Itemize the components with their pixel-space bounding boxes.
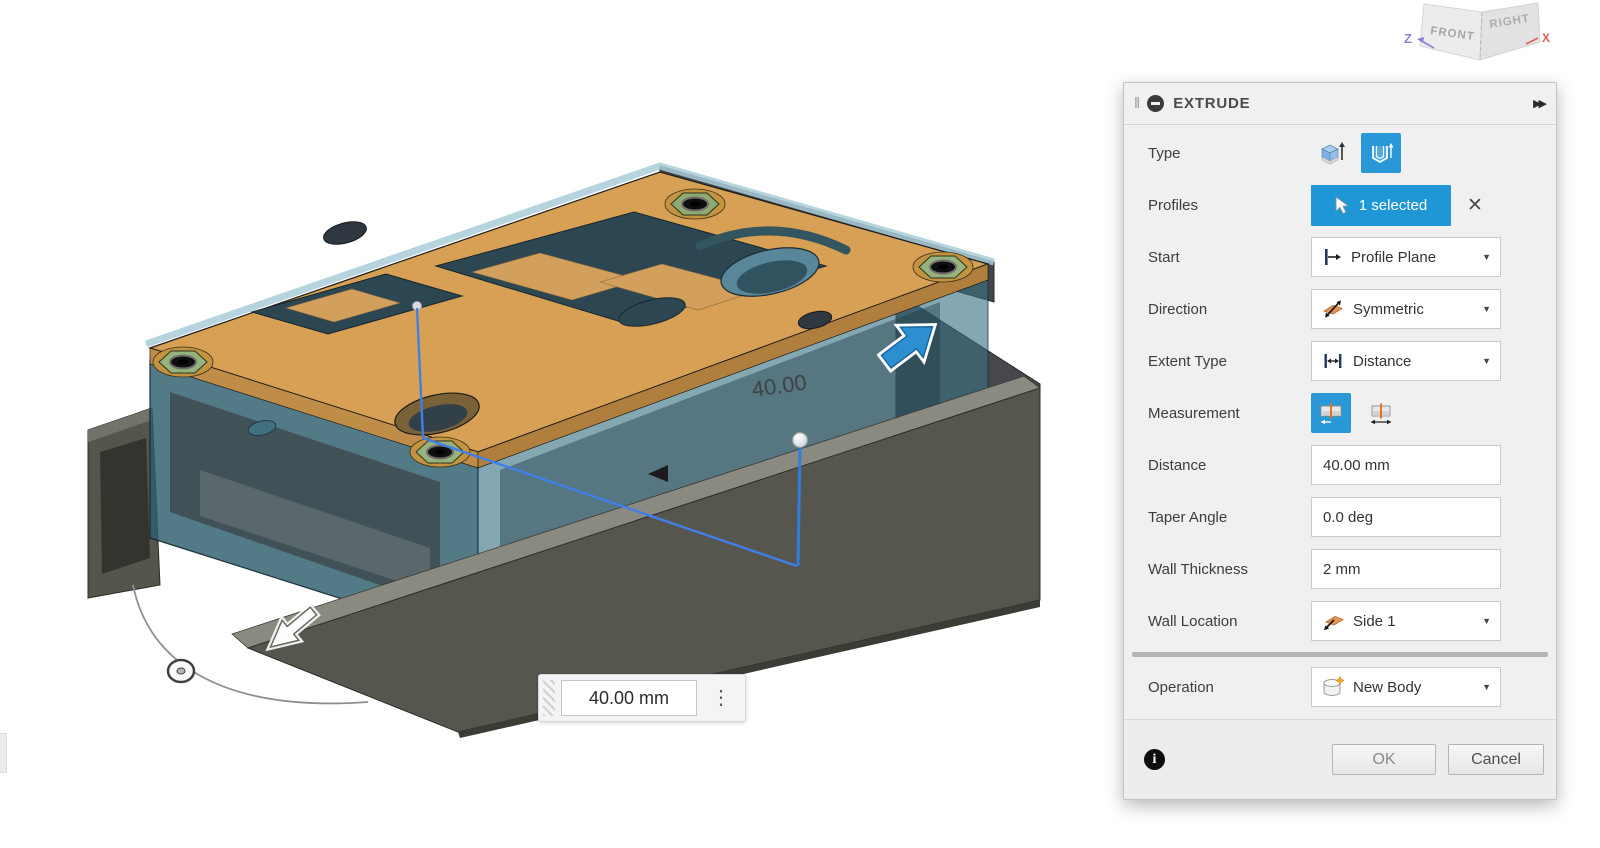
- profile-plane-icon: [1325, 249, 1341, 265]
- start-value: Profile Plane: [1351, 248, 1437, 266]
- wall-location-dropdown[interactable]: Side 1 ▼: [1311, 601, 1501, 641]
- ok-button[interactable]: OK: [1332, 744, 1436, 775]
- floating-dimension-panel: ⋮: [538, 674, 746, 722]
- chevron-down-icon: ▼: [1482, 682, 1491, 692]
- operation-row: Operation New Body ▼: [1124, 661, 1556, 713]
- view-cube-right-face[interactable]: [1479, 2, 1541, 61]
- extrude-feature-icon: [1147, 95, 1165, 112]
- distance-extent-icon: [1324, 354, 1342, 368]
- symmetric-direction-icon: [1323, 300, 1343, 318]
- cad-model: [87, 162, 1041, 738]
- rotate-handle[interactable]: [166, 658, 196, 684]
- left-edge-panel-sliver: [0, 733, 7, 773]
- wall-location-value: Side 1: [1353, 612, 1396, 630]
- extent-type-value: Distance: [1353, 352, 1412, 370]
- cursor-icon: [1335, 195, 1349, 214]
- extrude-dialog: ‖ EXTRUDE ▶▶ Type Profiles 1 selected ✕ …: [1123, 82, 1557, 800]
- distance-input[interactable]: [1311, 445, 1501, 485]
- kebab-menu-icon[interactable]: ⋮: [711, 688, 731, 708]
- info-icon[interactable]: i: [1144, 749, 1165, 770]
- measurement-row: Measurement: [1124, 387, 1556, 439]
- solid-extrude-icon: [1321, 142, 1345, 165]
- type-solid-extrude-button[interactable]: [1311, 133, 1351, 173]
- profiles-row: Profiles 1 selected ✕: [1124, 179, 1556, 231]
- wall-thickness-input[interactable]: [1311, 549, 1501, 589]
- dialog-header[interactable]: ‖ EXTRUDE ▶▶: [1124, 83, 1556, 125]
- new-body-icon: [1323, 675, 1345, 696]
- wall-thickness-label: Wall Thickness: [1148, 560, 1249, 578]
- extent-type-row: Extent Type Distance ▼: [1124, 335, 1556, 387]
- taper-angle-input[interactable]: [1311, 497, 1501, 537]
- chevron-down-icon: ▼: [1482, 304, 1491, 314]
- half-length-icon: [1320, 403, 1342, 425]
- dialog-footer: i OK Cancel: [1124, 719, 1556, 799]
- type-label: Type: [1148, 144, 1181, 162]
- direction-dropdown[interactable]: Symmetric ▼: [1311, 289, 1501, 329]
- distance-quick-input[interactable]: [561, 680, 697, 716]
- x-axis-label: X: [1542, 31, 1550, 45]
- direction-row: Direction Symmetric ▼: [1124, 283, 1556, 335]
- operation-value: New Body: [1353, 678, 1422, 696]
- chevron-down-icon: ▼: [1482, 616, 1491, 626]
- taper-angle-label: Taper Angle: [1148, 508, 1228, 526]
- wall-location-row: Wall Location Side 1 ▼: [1124, 595, 1556, 647]
- dimension-sphere-handle[interactable]: [791, 431, 809, 449]
- extent-type-label: Extent Type: [1148, 352, 1227, 370]
- start-row: Start Profile Plane ▼: [1124, 231, 1556, 283]
- start-label: Start: [1148, 248, 1180, 266]
- distance-label: Distance: [1148, 456, 1207, 474]
- view-cube[interactable]: FRONT RIGHT Z X: [1390, 0, 1560, 64]
- section-divider: [1132, 652, 1548, 657]
- chevron-down-icon: ▼: [1482, 356, 1491, 366]
- operation-dropdown[interactable]: New Body ▼: [1311, 667, 1501, 707]
- direction-value: Symmetric: [1353, 300, 1424, 318]
- z-axis-label: Z: [1404, 31, 1412, 46]
- insert-nut: [152, 346, 214, 378]
- insert-nut: [664, 188, 726, 220]
- profiles-label: Profiles: [1148, 196, 1199, 214]
- drag-handle-icon[interactable]: [543, 680, 555, 716]
- dialog-grip-icon[interactable]: ‖: [1134, 95, 1140, 112]
- wall-thickness-row: Wall Thickness: [1124, 543, 1556, 595]
- wall-side-icon: [1324, 616, 1344, 630]
- insert-nut: [912, 251, 974, 283]
- profiles-selected-button[interactable]: 1 selected: [1311, 184, 1451, 226]
- type-row: Type: [1124, 127, 1556, 179]
- skip-forward-icon[interactable]: ▶▶: [1533, 97, 1547, 110]
- measurement-label: Measurement: [1148, 404, 1240, 422]
- thin-extrude-icon: [1372, 143, 1394, 163]
- chevron-down-icon: ▼: [1482, 252, 1491, 262]
- direction-label: Direction: [1148, 300, 1208, 318]
- clear-selection-icon[interactable]: ✕: [1467, 194, 1483, 217]
- taper-angle-row: Taper Angle: [1124, 491, 1556, 543]
- dimension-extension-line: [796, 446, 802, 567]
- cancel-button[interactable]: Cancel: [1448, 744, 1544, 775]
- distance-row: Distance: [1124, 439, 1556, 491]
- profiles-selected-count: 1 selected: [1358, 196, 1428, 214]
- measurement-half-length-button[interactable]: [1311, 393, 1351, 433]
- type-thin-extrude-button[interactable]: [1361, 133, 1401, 173]
- measurement-whole-length-button[interactable]: [1361, 393, 1401, 433]
- wall-location-label: Wall Location: [1148, 612, 1238, 630]
- whole-length-icon: [1370, 403, 1392, 425]
- dialog-title: EXTRUDE: [1173, 95, 1251, 112]
- start-dropdown[interactable]: Profile Plane ▼: [1311, 237, 1501, 277]
- operation-label: Operation: [1148, 678, 1214, 696]
- extent-type-dropdown[interactable]: Distance ▼: [1311, 341, 1501, 381]
